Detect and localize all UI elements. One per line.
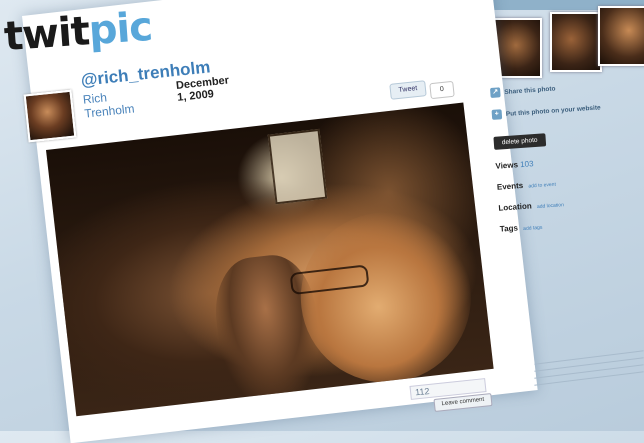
share-photo-label: Share this photo xyxy=(504,84,556,96)
add-tags-link[interactable]: add tags xyxy=(523,225,543,232)
tweet-count: 0 xyxy=(429,80,455,100)
comment-count-value: 112 xyxy=(414,385,430,398)
add-to-event-link[interactable]: add to event xyxy=(528,182,556,190)
photo-sidebar: ↗ Share this photo + Put this photo on y… xyxy=(490,78,644,388)
avatar[interactable] xyxy=(23,89,77,143)
share-icon: ↗ xyxy=(490,87,501,98)
add-location-link[interactable]: add location xyxy=(537,202,564,210)
embed-photo-link[interactable]: + Put this photo on your website xyxy=(491,99,642,120)
photo-background-sign xyxy=(267,128,328,205)
tags-label: Tags xyxy=(499,223,519,234)
location-stat: Location add location xyxy=(498,193,644,212)
tags-stat: Tags add tags xyxy=(500,214,644,233)
footer-decorative-lines xyxy=(534,350,644,391)
thumbnail-photo-3[interactable] xyxy=(598,6,644,66)
realname-link[interactable]: Rich Trenholm xyxy=(82,88,135,120)
thumbnail-photo-2[interactable] xyxy=(550,12,602,72)
location-label: Location xyxy=(498,201,532,213)
twitpic-logo[interactable]: twitpic xyxy=(2,3,154,61)
events-stat: Events add to event xyxy=(496,172,644,192)
views-stat: Views 103 xyxy=(495,151,644,171)
main-photo[interactable] xyxy=(46,102,494,417)
events-label: Events xyxy=(496,180,524,192)
photo-person-right xyxy=(291,203,480,392)
views-value: 103 xyxy=(519,159,534,170)
embed-photo-label: Put this photo on your website xyxy=(505,103,601,118)
share-photo-link[interactable]: ↗ Share this photo xyxy=(490,78,640,98)
logo-text-twit: twit xyxy=(2,8,91,61)
embed-icon: + xyxy=(491,109,503,120)
delete-photo-button[interactable]: delete photo xyxy=(493,133,546,150)
logo-text-pic: pic xyxy=(87,3,154,55)
delete-photo-label: delete photo xyxy=(501,136,538,147)
views-label: Views xyxy=(495,160,519,171)
tweet-label: Tweet xyxy=(398,85,418,94)
